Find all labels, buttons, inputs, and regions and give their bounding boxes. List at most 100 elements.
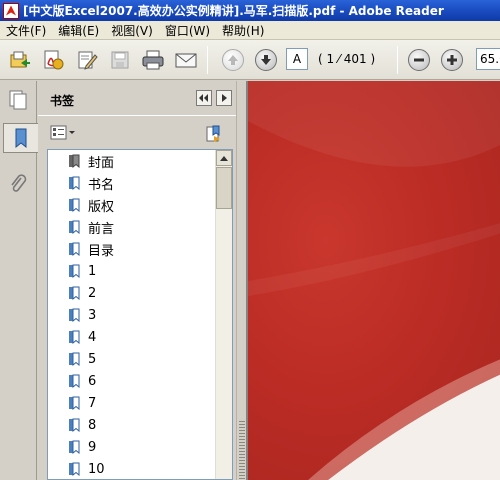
- create-pdf-button[interactable]: [41, 48, 65, 72]
- bookmarks-toolbar: [38, 115, 236, 149]
- bookmark-item[interactable]: 3: [48, 304, 216, 326]
- collapse-panel-button[interactable]: [196, 90, 212, 106]
- bookmark-item[interactable]: 8: [48, 414, 216, 436]
- menu-window[interactable]: 窗口(W): [159, 22, 216, 39]
- arrow-down-icon: [261, 55, 271, 65]
- panel-options-button[interactable]: [216, 90, 232, 106]
- zoom-in-button[interactable]: [440, 48, 464, 72]
- bookmark-label: 7: [88, 395, 97, 411]
- bookmark-icon: [69, 418, 80, 432]
- bookmark-item[interactable]: 6: [48, 370, 216, 392]
- bookmark-label: 目录: [88, 243, 115, 259]
- menu-edit[interactable]: 编辑(E): [52, 22, 105, 39]
- options-list-icon: [50, 125, 75, 140]
- bookmarks-scrollbar[interactable]: [215, 150, 232, 479]
- zoom-input[interactable]: 65.0: [476, 48, 500, 70]
- bookmark-icon: [69, 440, 80, 454]
- bookmarks-panel: 书签 封面 书名 版权 前言 目录 1 2 3 4 5 6 7 8 9 10: [38, 81, 236, 480]
- pages-tab[interactable]: [4, 85, 32, 115]
- previous-page-button[interactable]: [221, 48, 245, 72]
- bookmarks-icon: [15, 128, 27, 149]
- bookmark-item[interactable]: 版权: [48, 194, 216, 216]
- menu-file[interactable]: 文件(F): [0, 22, 52, 39]
- bookmark-goto-icon: [206, 125, 220, 142]
- bookmark-icon: [69, 462, 80, 476]
- bookmark-item[interactable]: 5: [48, 348, 216, 370]
- paperclip-icon: [11, 174, 27, 192]
- scroll-thumb[interactable]: [216, 167, 232, 209]
- bookmark-icon: [69, 286, 80, 300]
- bookmark-label: 5: [88, 351, 97, 367]
- bookmark-icon: [69, 176, 80, 190]
- bookmark-label: 6: [88, 373, 97, 389]
- save-button[interactable]: [108, 48, 132, 72]
- menu-help[interactable]: 帮助(H): [216, 22, 270, 39]
- bookmark-label: 3: [88, 307, 97, 323]
- bookmark-item[interactable]: 10: [48, 458, 216, 479]
- bookmark-item[interactable]: 目录: [48, 238, 216, 260]
- bookmarks-panel-title: 书签: [50, 94, 75, 108]
- toolbar-separator: [397, 46, 398, 74]
- bookmark-icon: [69, 352, 80, 366]
- zoom-out-button[interactable]: [407, 48, 431, 72]
- bookmark-icon: [69, 242, 80, 256]
- panel-splitter[interactable]: [236, 81, 246, 480]
- toolbar: [0, 40, 500, 80]
- bookmarks-list: 封面书名 版权前言目录 1 2 3 4 5 6 7 8 9 10: [48, 150, 216, 479]
- bookmark-label: 书名: [88, 177, 115, 193]
- bookmark-options-dropdown[interactable]: [50, 124, 76, 142]
- title-bar: [中文版Excel2007.高效办公实例精讲].马军.扫描版.pdf - Ado…: [0, 0, 500, 21]
- bookmark-label: 4: [88, 329, 97, 345]
- bookmarks-tree[interactable]: 封面书名 版权前言目录 1 2 3 4 5 6 7 8 9 10: [47, 149, 233, 480]
- bookmark-icon: [69, 154, 80, 168]
- expand-bookmark-button[interactable]: [204, 124, 224, 144]
- bookmarks-panel-header: 书签: [38, 81, 236, 115]
- edit-button[interactable]: [75, 48, 99, 72]
- toolbar-separator: [207, 46, 208, 74]
- scroll-up-button[interactable]: [216, 150, 232, 166]
- bookmark-label: 封面: [88, 155, 115, 171]
- splitter-grip[interactable]: [239, 421, 245, 480]
- email-icon: [175, 53, 197, 68]
- bookmark-item[interactable]: 2: [48, 282, 216, 304]
- email-button[interactable]: [174, 48, 198, 72]
- bookmark-label: 8: [88, 417, 97, 433]
- page-count: ( 1 ⁄ 401 ): [318, 52, 376, 66]
- printer-icon: [142, 50, 164, 70]
- bookmark-icon: [69, 308, 80, 322]
- attachments-tab[interactable]: [4, 169, 32, 199]
- bookmark-label: 2: [88, 285, 97, 301]
- triangle-right-icon: [222, 94, 227, 102]
- page-number-input[interactable]: A: [286, 48, 308, 70]
- menu-view[interactable]: 视图(V): [105, 22, 159, 39]
- bookmark-item[interactable]: 1: [48, 260, 216, 282]
- bookmark-item[interactable]: 书名: [48, 172, 216, 194]
- arrow-up-icon: [228, 55, 238, 65]
- bookmark-item[interactable]: 9: [48, 436, 216, 458]
- bookmark-icon: [69, 330, 80, 344]
- plus-icon: [447, 55, 457, 65]
- open-button[interactable]: [8, 48, 32, 72]
- open-icon: [10, 51, 30, 68]
- print-button[interactable]: [141, 48, 165, 72]
- bookmark-icon: [69, 264, 80, 278]
- document-view[interactable]: [246, 81, 500, 480]
- bookmark-item[interactable]: 前言: [48, 216, 216, 238]
- double-chevron-left-icon: [199, 94, 208, 102]
- bookmark-label: 1: [88, 263, 97, 279]
- cover-art: [248, 81, 500, 480]
- bookmark-item[interactable]: 封面: [48, 150, 216, 172]
- bookmark-icon: [69, 220, 80, 234]
- create-pdf-icon: [44, 50, 64, 70]
- bookmark-item[interactable]: 7: [48, 392, 216, 414]
- pdf-page: [248, 81, 500, 480]
- next-page-button[interactable]: [254, 48, 278, 72]
- edit-document-icon: [78, 51, 98, 70]
- bookmark-icon: [69, 374, 80, 388]
- bookmark-label: 9: [88, 439, 97, 455]
- bookmark-item[interactable]: 4: [48, 326, 216, 348]
- menu-bar: 文件(F) 编辑(E) 视图(V) 窗口(W) 帮助(H): [0, 21, 500, 40]
- bookmark-icon: [69, 198, 80, 212]
- bookmark-label: 前言: [88, 221, 115, 237]
- bookmarks-tab[interactable]: [3, 123, 38, 153]
